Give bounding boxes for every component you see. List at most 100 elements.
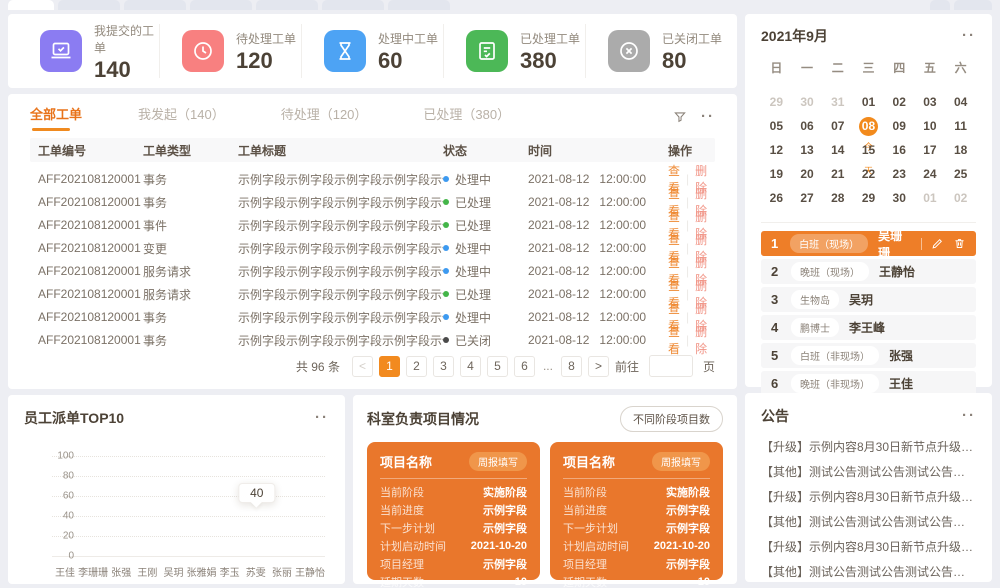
calendar-day[interactable]: 18 [945,138,976,162]
stat-value: 60 [378,50,438,72]
calendar-day[interactable]: 29 [761,90,792,114]
calendar-day[interactable]: 03 [915,90,946,114]
workorders-tab[interactable]: 全部工单 [30,104,82,131]
calendar-day[interactable]: 07 [822,114,853,138]
next-page-button[interactable]: > [588,356,609,377]
browser-tab[interactable] [124,0,186,10]
calendar-day[interactable]: 14 [822,138,853,162]
browser-tab[interactable] [322,0,384,10]
column-header: 工单标题 [238,142,443,159]
announcement-item[interactable]: 【其他】测试公告测试公告测试公告测试公告测试公告 [761,510,976,535]
page-button[interactable]: 2 [406,356,427,377]
more-icon[interactable]: ·· [962,411,976,421]
calendar-day[interactable]: 06 [792,114,823,138]
calendar-day[interactable]: 23 [884,162,915,186]
trash-icon[interactable] [953,237,966,250]
delete-link[interactable]: 删除 [695,323,707,357]
schedule-name: 张强 [889,347,913,364]
calendar-day[interactable]: 01 [915,186,946,210]
calendar-day[interactable]: 27 [792,186,823,210]
calendar-day[interactable]: 24 [915,162,946,186]
stat-card[interactable]: 已处理工单380 [444,24,586,78]
browser-tab[interactable] [190,0,252,10]
filter-icon[interactable] [673,110,687,124]
doc-check-icon [466,30,508,72]
page-button[interactable]: 6 [514,356,535,377]
announcement-item[interactable]: 【其他】测试公告测试公告测试公告测试公告测试公告 [761,560,976,585]
divider: | [686,333,689,347]
announcement-item[interactable]: 【升级】示例内容8月30日新节点升级计划通知 [761,485,976,510]
status-dot-icon [443,176,449,182]
page-button[interactable]: 5 [487,356,508,377]
calendar-day[interactable]: 13 [792,138,823,162]
calendar-day[interactable]: 30 [792,90,823,114]
more-icon[interactable]: ·· [315,413,329,423]
browser-tab[interactable] [256,0,318,10]
schedule-row[interactable]: 5白班（非现场）张强 [761,343,976,368]
schedule-row[interactable]: 3生物岛吴玥 [761,287,976,312]
workorders-tab[interactable]: 待处理（120） [281,104,368,131]
announcement-item[interactable]: 【升级】示例内容8月30日新节点升级计划通知 [761,535,976,560]
stat-card[interactable]: 待处理工单120 [160,24,302,78]
field-label: 当前阶段 [380,484,424,500]
workorders-tab[interactable]: 我发起（140） [138,104,225,131]
weekly-report-badge[interactable]: 周报填写 [652,452,710,471]
calendar-day[interactable]: 01 [853,90,884,114]
calendar-day[interactable]: 09 [884,114,915,138]
workorders-tab[interactable]: 已处理（380） [423,104,510,131]
schedule-row[interactable]: 4鹏博士李王峰 [761,315,976,340]
calendar-day[interactable]: 20 [792,162,823,186]
page-button[interactable]: 1 [379,356,400,377]
project-name: 项目名称 [380,452,432,471]
announcement-item[interactable]: 【升级】示例内容8月30日新节点升级计划通知 [761,435,976,460]
calendar-day[interactable]: 22 [853,162,884,186]
field-value: 实施阶段 [483,484,527,500]
calendar-day[interactable]: 02 [945,186,976,210]
schedule-row[interactable]: 1白班（现场）吴珊珊 [761,231,976,256]
more-icon[interactable]: ·· [701,112,715,122]
goto-page-input[interactable] [649,355,693,377]
browser-tab[interactable] [388,0,450,10]
calendar-day[interactable]: 05 [761,114,792,138]
page-button[interactable]: 3 [433,356,454,377]
order-title: 示例字段示例字段示例字段示例字段示例字段 [238,263,443,280]
calendar-day[interactable]: 10 [915,114,946,138]
prev-page-button[interactable]: < [352,356,373,377]
calendar-day[interactable]: 12 [761,138,792,162]
stat-card[interactable]: 我提交的工单140 [18,24,160,78]
strip-control[interactable] [954,0,992,10]
page-button[interactable]: 4 [460,356,481,377]
calendar-day[interactable]: 16 [884,138,915,162]
calendar-day[interactable]: 31 [822,90,853,114]
calendar-day[interactable]: 15 [853,138,884,162]
browser-tab-active[interactable] [8,0,54,10]
calendar-day[interactable]: 21 [822,162,853,186]
calendar-day[interactable]: 04 [945,90,976,114]
status-badge: 处理中 [443,263,528,280]
calendar-day[interactable]: 11 [945,114,976,138]
stat-card[interactable]: 已关闭工单80 [586,24,727,78]
field-value: 示例字段 [483,556,527,572]
stat-card[interactable]: 处理中工单60 [302,24,444,78]
view-link[interactable]: 查看 [668,323,680,357]
strip-control[interactable] [930,0,950,10]
calendar-day[interactable]: 02 [884,90,915,114]
calendar-day[interactable]: 30 [884,186,915,210]
page-button[interactable]: 8 [561,356,582,377]
announcement-item[interactable]: 【其他】测试公告测试公告测试公告测试公告测试公告 [761,460,976,485]
calendar-day[interactable]: 29 [853,186,884,210]
calendar-day[interactable]: 17 [915,138,946,162]
browser-tab[interactable] [58,0,120,10]
schedule-name: 吴珊珊 [878,227,911,261]
schedule-row[interactable]: 2晚班（现场）王静怡 [761,259,976,284]
calendar-day[interactable]: 25 [945,162,976,186]
calendar-day[interactable]: 08今天 [853,114,884,138]
stage-count-button[interactable]: 不同阶段项目数 [620,406,723,432]
column-header: 操作 [668,142,707,159]
weekly-report-badge[interactable]: 周报填写 [469,452,527,471]
calendar-day[interactable]: 19 [761,162,792,186]
more-icon[interactable]: ·· [962,31,976,41]
calendar-day[interactable]: 28 [822,186,853,210]
edit-icon[interactable] [931,237,944,250]
calendar-day[interactable]: 26 [761,186,792,210]
